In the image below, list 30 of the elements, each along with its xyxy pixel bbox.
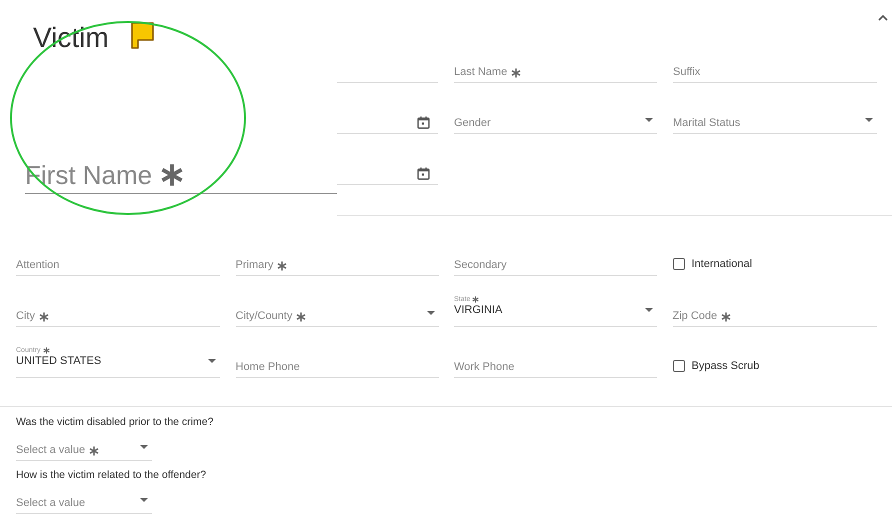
dropdown-caret-icon bbox=[645, 118, 653, 122]
dropdown-caret-icon bbox=[426, 310, 434, 314]
text-field[interactable]: Zip Code bbox=[672, 303, 876, 327]
text-field[interactable]: Attention bbox=[16, 252, 220, 276]
question-text: Was the victim disabled prior to the crime? bbox=[16, 416, 214, 428]
text-field[interactable]: Work Phone bbox=[454, 354, 657, 378]
collapse-chevron-icon[interactable] bbox=[878, 14, 888, 21]
calendar-icon bbox=[417, 116, 430, 129]
dropdown-caret-icon bbox=[140, 444, 148, 448]
dropdown-field[interactable]: Select a value bbox=[16, 490, 152, 514]
checkbox-label: Bypass Scrub bbox=[692, 360, 760, 372]
calendar-icon bbox=[417, 167, 430, 180]
checkbox[interactable] bbox=[672, 258, 684, 270]
dropdown-caret-icon bbox=[208, 359, 216, 363]
dropdown-caret-icon bbox=[865, 118, 873, 122]
text-field[interactable]: Home Phone bbox=[236, 354, 438, 378]
text-field[interactable]: Suffix bbox=[673, 59, 877, 83]
dropdown-field[interactable]: City/County bbox=[236, 303, 438, 327]
dropdown-caret-icon bbox=[645, 308, 653, 312]
dropdown-field[interactable]: Gender bbox=[454, 110, 657, 134]
checkbox-label: International bbox=[692, 258, 752, 270]
dropdown-field[interactable]: Select a value bbox=[16, 437, 152, 461]
text-field[interactable]: Primary bbox=[236, 252, 438, 276]
dropdown-caret-icon bbox=[140, 498, 148, 502]
text-field[interactable]: Last Name bbox=[454, 59, 657, 83]
checkbox[interactable] bbox=[672, 360, 684, 372]
question-text: How is the victim related to the offender? bbox=[16, 469, 208, 481]
dropdown-field[interactable]: Marital Status bbox=[673, 110, 877, 134]
text-field[interactable]: Secondary bbox=[454, 252, 657, 276]
text-field[interactable]: City bbox=[16, 303, 220, 327]
